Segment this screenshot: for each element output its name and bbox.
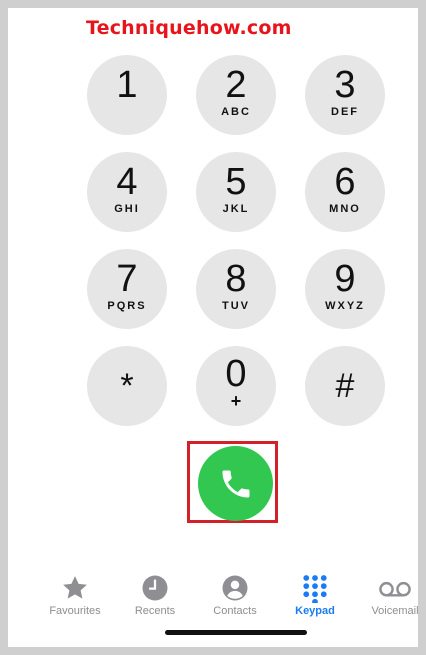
key-star[interactable]: * <box>87 346 167 426</box>
tab-voicemail[interactable]: Voicemail <box>355 573 418 617</box>
key-digit: 1 <box>116 64 138 106</box>
key-digit: 0 <box>225 353 247 395</box>
clock-icon <box>115 573 195 603</box>
key-letters: TUV <box>222 300 250 312</box>
key-letters: DEF <box>331 106 359 118</box>
home-indicator[interactable] <box>165 630 307 635</box>
tab-favourites[interactable]: Favourites <box>35 573 115 617</box>
key-letters: ABC <box>221 106 251 118</box>
key-digit: 5 <box>225 161 247 203</box>
key-letters: MNO <box>329 203 361 215</box>
call-button-highlight <box>187 441 278 523</box>
call-button[interactable] <box>198 446 273 521</box>
voicemail-icon <box>355 573 418 603</box>
tab-label: Keypad <box>295 605 335 617</box>
phone-screen: Techniquehow.com 1 2 ABC 3 DEF 4 GHI 5 J… <box>8 8 418 647</box>
key-letters: JKL <box>222 203 250 215</box>
phone-icon <box>222 470 250 498</box>
key-digit: # <box>335 367 355 405</box>
keypad-icon <box>275 573 355 605</box>
tab-bar: Favourites Recents Contacts Keypad Voice… <box>8 573 418 623</box>
key-3[interactable]: 3 DEF <box>305 55 385 135</box>
tab-contacts[interactable]: Contacts <box>195 573 275 617</box>
key-digit: * <box>120 367 134 405</box>
tab-label: Voicemail <box>371 605 418 617</box>
key-7[interactable]: 7 PQRS <box>87 249 167 329</box>
key-digit: 8 <box>225 258 247 300</box>
person-icon <box>195 573 275 603</box>
key-8[interactable]: 8 TUV <box>196 249 276 329</box>
key-1[interactable]: 1 <box>87 55 167 135</box>
star-icon <box>35 573 115 603</box>
key-2[interactable]: 2 ABC <box>196 55 276 135</box>
tab-label: Contacts <box>213 605 257 617</box>
tab-keypad[interactable]: Keypad <box>275 573 355 617</box>
key-letters: WXYZ <box>325 300 365 312</box>
tab-label: Recents <box>134 605 176 617</box>
key-6[interactable]: 6 MNO <box>305 152 385 232</box>
key-hash[interactable]: # <box>305 346 385 426</box>
key-digit: 7 <box>116 258 138 300</box>
tab-recents[interactable]: Recents <box>115 573 195 617</box>
key-digit: 4 <box>116 161 138 203</box>
key-5[interactable]: 5 JKL <box>196 152 276 232</box>
key-digit: 6 <box>334 161 356 203</box>
key-letters: PQRS <box>107 300 147 312</box>
key-letters: GHI <box>114 203 140 215</box>
tab-label: Favourites <box>49 605 101 617</box>
key-0[interactable]: 0 + <box>196 346 276 426</box>
key-digit: 3 <box>334 64 356 106</box>
key-letters: + <box>230 391 242 411</box>
key-9[interactable]: 9 WXYZ <box>305 249 385 329</box>
key-digit: 2 <box>225 64 247 106</box>
key-digit: 9 <box>334 258 356 300</box>
watermark-text: Techniquehow.com <box>86 17 292 39</box>
key-4[interactable]: 4 GHI <box>87 152 167 232</box>
